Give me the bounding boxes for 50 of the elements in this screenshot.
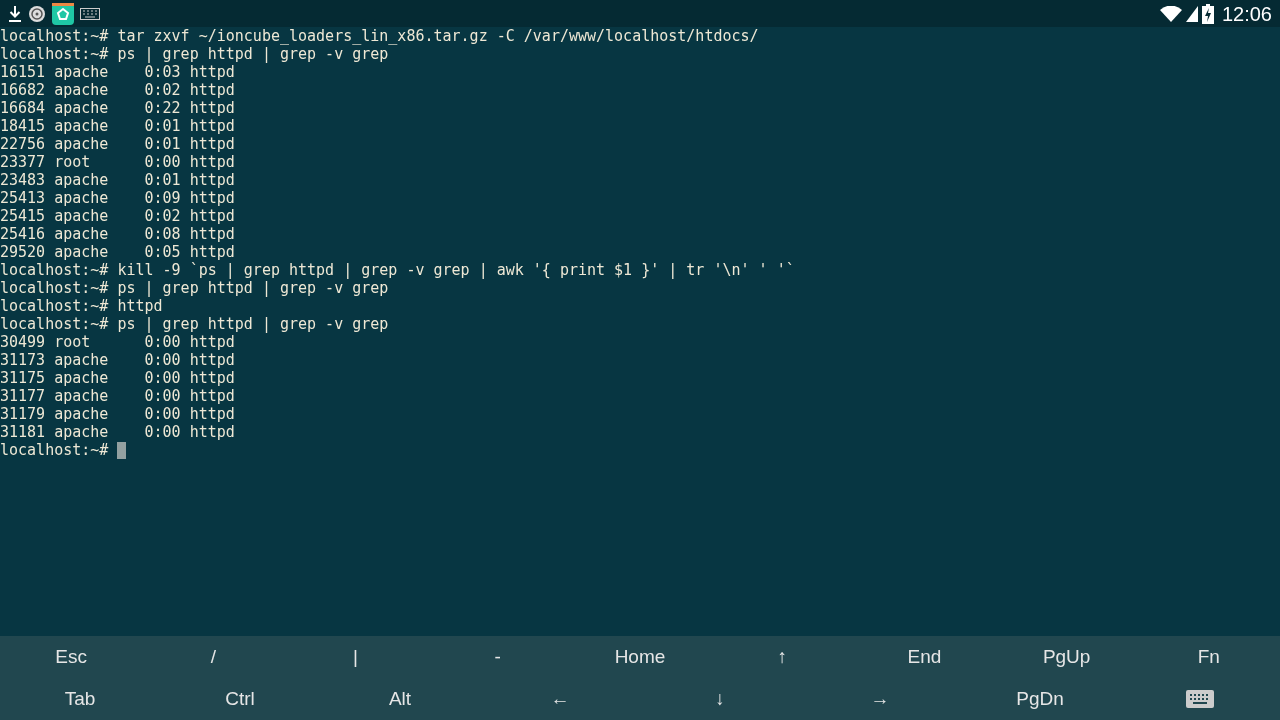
terminal-line: localhost:~# tar zxvf ~/ioncube_loaders_lin_x86.tar.gz -C /var/www/localhost/htdocs/ bbox=[0, 27, 759, 45]
download-icon bbox=[8, 4, 22, 23]
terminal-line: 16151 apache 0:03 httpd bbox=[0, 63, 235, 81]
extra-key[interactable]: ↓ bbox=[640, 678, 800, 720]
terminal-line: 25413 apache 0:09 httpd bbox=[0, 189, 235, 207]
terminal-line: 25416 apache 0:08 httpd bbox=[0, 225, 235, 243]
signal-icon bbox=[1185, 5, 1198, 22]
extra-key[interactable]: PgDn bbox=[960, 678, 1120, 720]
terminal-line: localhost:~# ps | grep httpd | grep -v grep bbox=[0, 279, 389, 297]
extra-key[interactable]: Esc bbox=[0, 636, 143, 678]
keyboard-icon bbox=[1186, 690, 1214, 708]
terminal-line: 18415 apache 0:01 httpd bbox=[0, 117, 235, 135]
terminal-line: localhost:~# httpd bbox=[0, 297, 163, 315]
extra-key[interactable]: Fn bbox=[1137, 636, 1280, 678]
extra-key[interactable]: → bbox=[800, 678, 960, 720]
terminal-line: 25415 apache 0:02 httpd bbox=[0, 207, 235, 225]
terminal-line: localhost:~# ps | grep httpd | grep -v grep bbox=[0, 45, 389, 63]
extra-key[interactable]: / bbox=[142, 636, 285, 678]
extra-key[interactable]: PgUp bbox=[995, 636, 1138, 678]
terminal-line: 31173 apache 0:00 httpd bbox=[0, 351, 235, 369]
wifi-icon bbox=[1159, 5, 1182, 22]
terminal-line: 29520 apache 0:05 httpd bbox=[0, 243, 235, 261]
terminal-line: 31179 apache 0:00 httpd bbox=[0, 405, 235, 423]
app-icon bbox=[52, 2, 74, 25]
terminal-line: 16682 apache 0:02 httpd bbox=[0, 81, 235, 99]
extra-key[interactable]: ↑ bbox=[711, 636, 854, 678]
terminal-line: 31175 apache 0:00 httpd bbox=[0, 369, 235, 387]
terminal-line: 31181 apache 0:00 httpd bbox=[0, 423, 235, 441]
terminal-line: 30499 root 0:00 httpd bbox=[0, 333, 235, 351]
text-cursor bbox=[117, 441, 127, 459]
extra-key[interactable]: Ctrl bbox=[160, 678, 320, 720]
terminal-line: 23483 apache 0:01 httpd bbox=[0, 171, 235, 189]
extra-key[interactable]: ← bbox=[480, 678, 640, 720]
terminal-line: 22756 apache 0:01 httpd bbox=[0, 135, 235, 153]
keyboard-icon bbox=[80, 7, 100, 20]
terminal-prompt: localhost:~# bbox=[0, 441, 109, 459]
terminal-line: 23377 root 0:00 httpd bbox=[0, 153, 235, 171]
battery-charging-icon bbox=[1201, 3, 1214, 24]
terminal-line: localhost:~# ps | grep httpd | grep -v grep bbox=[0, 315, 389, 333]
extra-key[interactable]: Alt bbox=[320, 678, 480, 720]
extra-key[interactable]: Home bbox=[568, 636, 712, 678]
terminal-line: 16684 apache 0:22 httpd bbox=[0, 99, 235, 117]
terminal-line: 31177 apache 0:00 httpd bbox=[0, 387, 235, 405]
extra-key[interactable]: End bbox=[853, 636, 996, 678]
terminal-line: localhost:~# kill -9 `ps | grep httpd | grep -v grep | awk '{ print $1 }' | tr '\n' ' '` bbox=[0, 261, 795, 279]
extra-key[interactable]: - bbox=[426, 636, 569, 678]
disc-icon bbox=[28, 4, 46, 23]
extra-key[interactable]: | bbox=[284, 636, 427, 678]
extra-key[interactable]: Tab bbox=[0, 678, 160, 720]
clock-time: 12:06 bbox=[1221, 1, 1272, 27]
